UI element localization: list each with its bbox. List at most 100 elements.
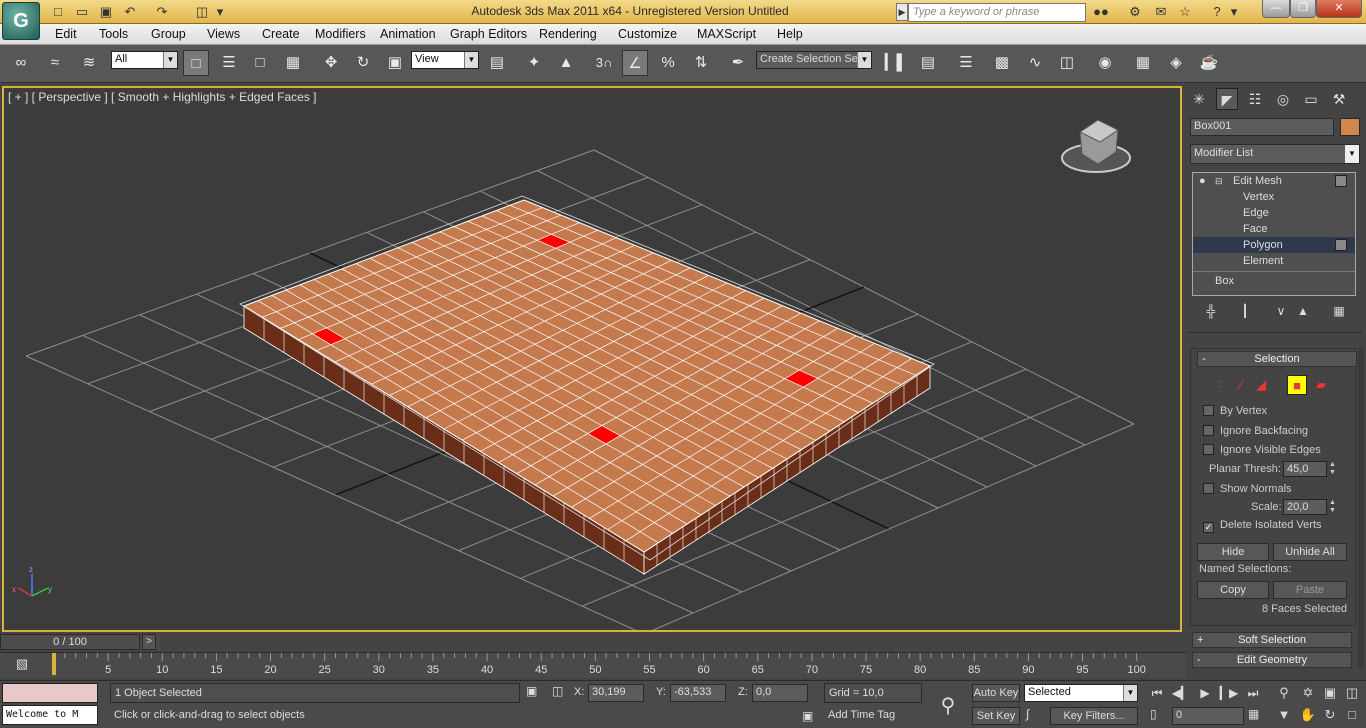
render-production-icon[interactable]: ☕ bbox=[1196, 50, 1222, 76]
undo-icon[interactable]: ↶ bbox=[120, 3, 140, 21]
menu-group[interactable]: Group bbox=[151, 27, 186, 41]
spinner-arrows-icon[interactable]: ▲ ▼ bbox=[1329, 499, 1337, 515]
edit-geometry-rollout-header[interactable]: - Edit Geometry bbox=[1192, 652, 1352, 668]
unhide-all-button[interactable]: Unhide All bbox=[1273, 543, 1347, 561]
menu-animation[interactable]: Animation bbox=[380, 27, 436, 41]
window-crossing-icon[interactable]: ▦ bbox=[280, 50, 306, 76]
previous-frame-icon[interactable]: ◀▎ bbox=[1170, 683, 1192, 703]
scale-icon[interactable]: ▣ bbox=[382, 50, 408, 76]
keyboard-shortcut-override-icon[interactable]: ▲ bbox=[553, 50, 579, 76]
maximize-button[interactable]: ❐ bbox=[1290, 0, 1316, 18]
z-coordinate-field[interactable]: 0,0 bbox=[752, 684, 808, 702]
maxscript-listener[interactable]: Welcome to M bbox=[2, 705, 98, 725]
hierarchy-tab-icon[interactable]: ☷ bbox=[1244, 88, 1266, 110]
angle-snap-icon[interactable]: ∠ bbox=[622, 50, 648, 76]
snaps-toggle-icon[interactable]: 3∩ bbox=[591, 50, 617, 76]
select-manipulate-icon[interactable]: ✦ bbox=[521, 50, 547, 76]
time-slider[interactable]: 0 / 100 > bbox=[0, 634, 160, 650]
spinner-snap-icon[interactable]: ⇅ bbox=[688, 50, 714, 76]
stack-subobject-edge[interactable]: Edge bbox=[1193, 205, 1355, 221]
utilities-tab-icon[interactable]: ⚒ bbox=[1328, 88, 1350, 110]
set-key-button[interactable]: Set Key bbox=[972, 707, 1020, 725]
pin-stack-icon[interactable]: ╬ bbox=[1200, 304, 1222, 322]
material-editor-icon[interactable]: ◉ bbox=[1092, 50, 1118, 76]
named-selection-sets-dropdown[interactable]: Create Selection Se ▼ bbox=[756, 51, 872, 69]
menu-customize[interactable]: Customize bbox=[618, 27, 677, 41]
time-tag-icon[interactable]: ▣ bbox=[802, 709, 820, 725]
align-icon[interactable]: ▤ bbox=[915, 50, 941, 76]
percent-snap-icon[interactable]: % bbox=[655, 50, 681, 76]
search-input[interactable]: Type a keyword or phrase bbox=[908, 3, 1086, 22]
pan-view-icon[interactable]: ✋ bbox=[1298, 705, 1318, 725]
planar-thresh-spinner[interactable]: 45,0 bbox=[1283, 461, 1327, 477]
spinner-arrows-icon[interactable]: ▲ ▼ bbox=[1329, 461, 1337, 477]
current-frame-marker[interactable] bbox=[52, 653, 56, 675]
by-vertex-checkbox[interactable]: By Vertex bbox=[1203, 403, 1267, 419]
stack-item-box[interactable]: Box bbox=[1193, 273, 1355, 289]
application-menu-button[interactable]: G bbox=[2, 2, 40, 40]
close-button[interactable]: ✕ bbox=[1316, 0, 1362, 18]
menu-help[interactable]: Help bbox=[777, 27, 803, 41]
y-coordinate-field[interactable]: -63,533 bbox=[670, 684, 726, 702]
stack-subobject-element[interactable]: Element bbox=[1193, 253, 1355, 269]
current-frame-field[interactable]: 0 bbox=[1172, 707, 1244, 725]
stack-item-edit-mesh[interactable]: ● ⊟ Edit Mesh bbox=[1193, 173, 1355, 189]
select-object-icon[interactable]: □ bbox=[183, 50, 209, 76]
show-normals-checkbox[interactable]: Show Normals bbox=[1203, 481, 1292, 497]
rectangular-selection-icon[interactable]: □ bbox=[247, 50, 273, 76]
menu-modifiers[interactable]: Modifiers bbox=[315, 27, 366, 41]
menu-create[interactable]: Create bbox=[262, 27, 300, 41]
motion-tab-icon[interactable]: ◎ bbox=[1272, 88, 1294, 110]
face-level-icon[interactable]: ◢ bbox=[1251, 375, 1271, 395]
unlink-icon[interactable]: ≈ bbox=[42, 50, 68, 76]
scale-spinner[interactable]: 20,0 bbox=[1283, 499, 1327, 515]
stack-subobject-vertex[interactable]: Vertex bbox=[1193, 189, 1355, 205]
save-icon[interactable]: ▣ bbox=[96, 3, 116, 21]
move-icon[interactable]: ✥ bbox=[318, 50, 344, 76]
zoom-icon[interactable]: ⚲ bbox=[1274, 683, 1294, 703]
time-configuration-icon[interactable]: ▦ bbox=[1248, 707, 1266, 725]
redo-icon[interactable]: ↷ bbox=[152, 3, 172, 21]
pivot-center-icon[interactable]: ▤ bbox=[484, 50, 510, 76]
menu-views[interactable]: Views bbox=[207, 27, 240, 41]
go-to-end-icon[interactable]: ⏭ bbox=[1242, 683, 1264, 703]
stack-item-checkbox[interactable] bbox=[1335, 239, 1347, 251]
rendered-frame-window-icon[interactable]: ◈ bbox=[1163, 50, 1189, 76]
display-tab-icon[interactable]: ▭ bbox=[1300, 88, 1322, 110]
make-unique-icon[interactable]: ∨ bbox=[1270, 304, 1292, 322]
soft-selection-rollout-header[interactable]: + Soft Selection bbox=[1192, 632, 1352, 648]
curve-editor-icon[interactable]: ∿ bbox=[1022, 50, 1048, 76]
orbit-icon[interactable]: ↻ bbox=[1320, 705, 1340, 725]
menu-edit[interactable]: Edit bbox=[55, 27, 77, 41]
search-expand-icon[interactable]: ▶ bbox=[896, 3, 908, 21]
remove-modifier-icon[interactable]: ▲ bbox=[1292, 304, 1314, 322]
schematic-view-icon[interactable]: ◫ bbox=[1054, 50, 1080, 76]
absolute-mode-icon[interactable]: ◫ bbox=[552, 684, 570, 702]
reference-coordinate-dropdown[interactable]: View ▼ bbox=[411, 51, 479, 69]
rotate-icon[interactable]: ↻ bbox=[350, 50, 376, 76]
paste-button[interactable]: Paste bbox=[1273, 581, 1347, 599]
track-bar[interactable]: ▧ 5 10 15 20 25 30 35 40 45 50 55 60 65 70 75 80 85 90 95 1… bbox=[0, 652, 1186, 678]
x-coordinate-field[interactable]: 30,199 bbox=[588, 684, 644, 702]
stack-item-checkbox[interactable] bbox=[1335, 175, 1347, 187]
set-key-icon[interactable]: ⚲ bbox=[926, 687, 970, 725]
play-icon[interactable]: ▶ bbox=[1194, 683, 1216, 703]
selection-filter-dropdown[interactable]: All ▼ bbox=[111, 51, 178, 69]
key-filters-button[interactable]: Key Filters... bbox=[1050, 707, 1138, 725]
copy-button[interactable]: Copy bbox=[1197, 581, 1269, 599]
element-level-icon[interactable]: ▰ bbox=[1311, 375, 1331, 395]
subscription-icon[interactable]: ⚙ bbox=[1124, 3, 1146, 21]
key-mode-dropdown[interactable]: Selected ▼ bbox=[1024, 684, 1138, 702]
open-file-icon[interactable]: ▭ bbox=[72, 3, 92, 21]
modify-tab-icon[interactable]: ◤ bbox=[1216, 88, 1238, 110]
binoculars-icon[interactable]: ●● bbox=[1090, 3, 1112, 21]
create-tab-icon[interactable]: ✳ bbox=[1188, 88, 1210, 110]
communication-icon[interactable]: ✉ bbox=[1150, 3, 1172, 21]
ignore-backfacing-checkbox[interactable]: Ignore Backfacing bbox=[1203, 423, 1308, 439]
layer-manager-icon[interactable]: ☰ bbox=[953, 50, 979, 76]
field-of-view-icon[interactable]: ▼ bbox=[1274, 705, 1294, 725]
command-panel-scrollbar[interactable] bbox=[1358, 348, 1364, 668]
edge-level-icon[interactable]: ∕ bbox=[1231, 375, 1251, 395]
viewport-label[interactable]: [ + ] [ Perspective ] [ Smooth + Highlig… bbox=[8, 90, 317, 104]
next-frame-icon[interactable]: ▎▶ bbox=[1218, 683, 1240, 703]
